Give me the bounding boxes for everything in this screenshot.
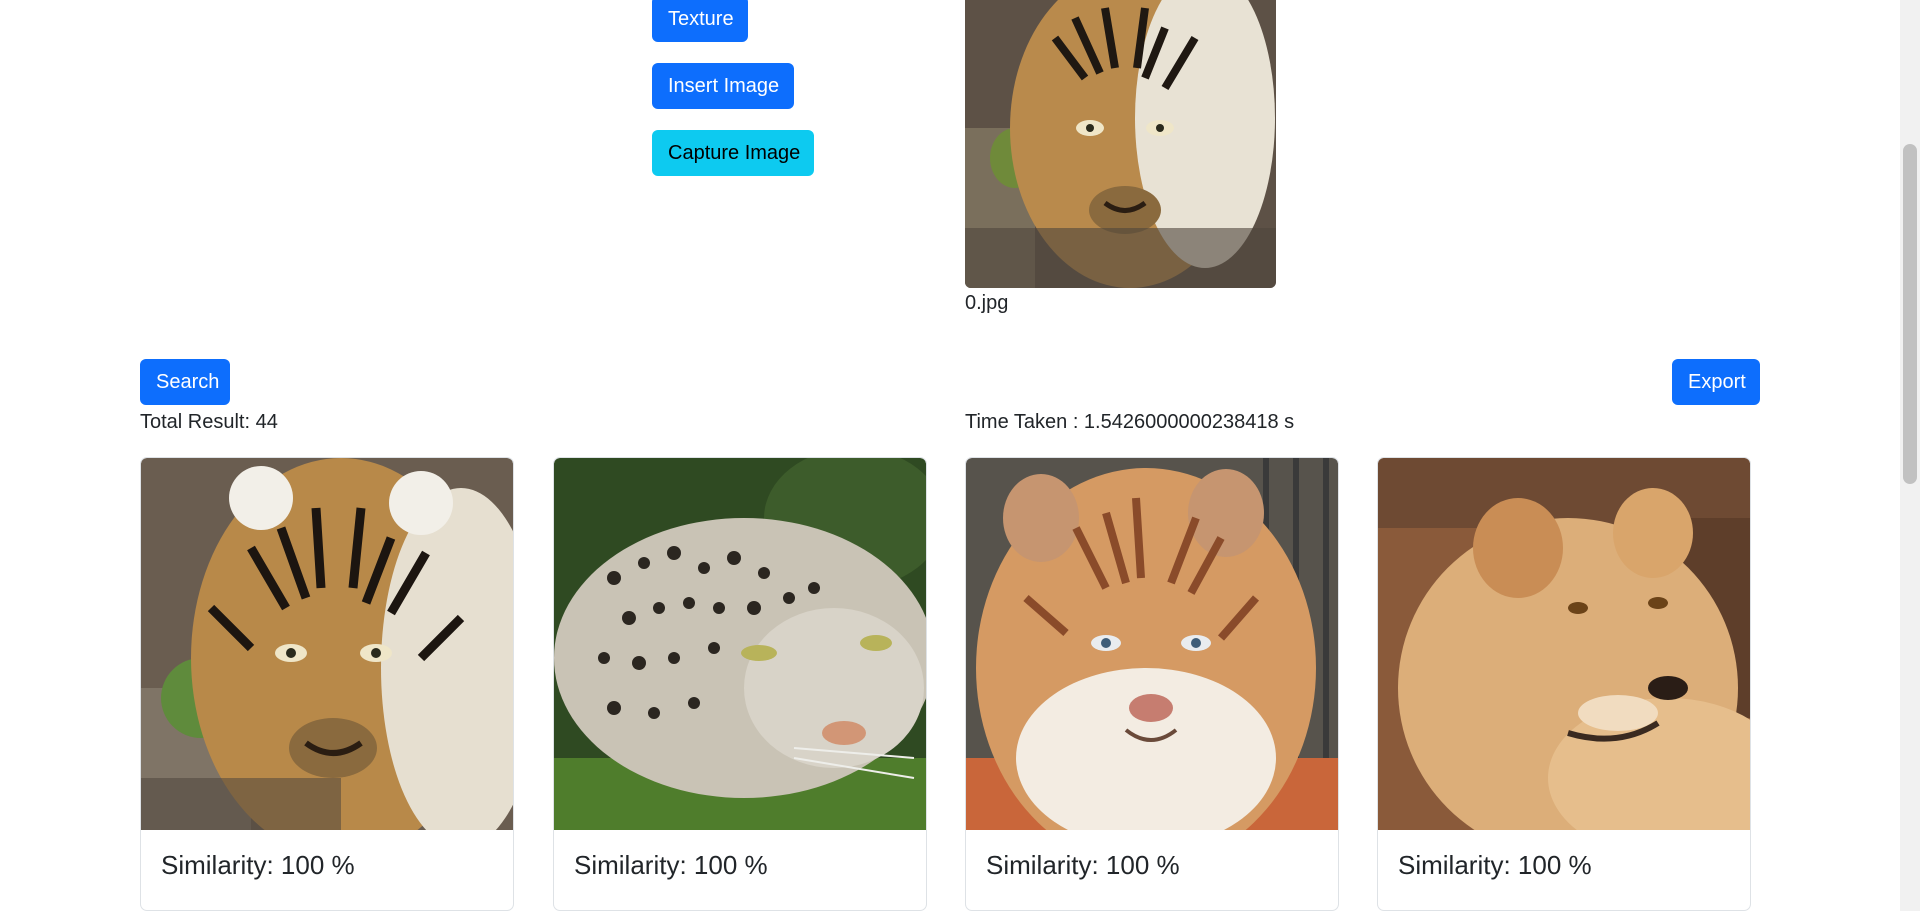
similarity-label: Similarity: 100 % [1398, 850, 1592, 880]
time-taken: Time Taken : 1.5426000000238418 s [965, 411, 1295, 433]
insert-image-button[interactable]: Insert Image [652, 63, 794, 109]
query-image-tiger [965, 0, 1276, 288]
scrollbar-thumb[interactable] [1903, 144, 1917, 484]
export-button[interactable]: Export [1672, 359, 1760, 405]
result-image-tiger [141, 458, 513, 830]
total-result-count: Total Result: 44 [140, 411, 278, 433]
similarity-label: Similarity: 100 % [986, 850, 1180, 880]
result-card[interactable]: Similarity: 100 % [965, 457, 1339, 911]
page: Texture Insert Image Capture Image 0.jpg… [0, 0, 1920, 911]
result-card[interactable]: Similarity: 100 % [553, 457, 927, 911]
similarity-label: Similarity: 100 % [161, 850, 355, 880]
result-image-snow-leopard [554, 458, 926, 830]
query-filename: 0.jpg [965, 292, 1009, 314]
similarity-label: Similarity: 100 % [574, 850, 768, 880]
result-card[interactable]: Similarity: 100 % [1377, 457, 1751, 911]
result-image-lioness [1378, 458, 1750, 830]
search-button[interactable]: Search [140, 359, 230, 405]
result-card[interactable]: Similarity: 100 % [140, 457, 514, 911]
vertical-scrollbar[interactable] [1900, 0, 1920, 911]
capture-image-button[interactable]: Capture Image [652, 130, 814, 176]
result-image-golden-tiger [966, 458, 1338, 830]
texture-button[interactable]: Texture [652, 0, 748, 42]
